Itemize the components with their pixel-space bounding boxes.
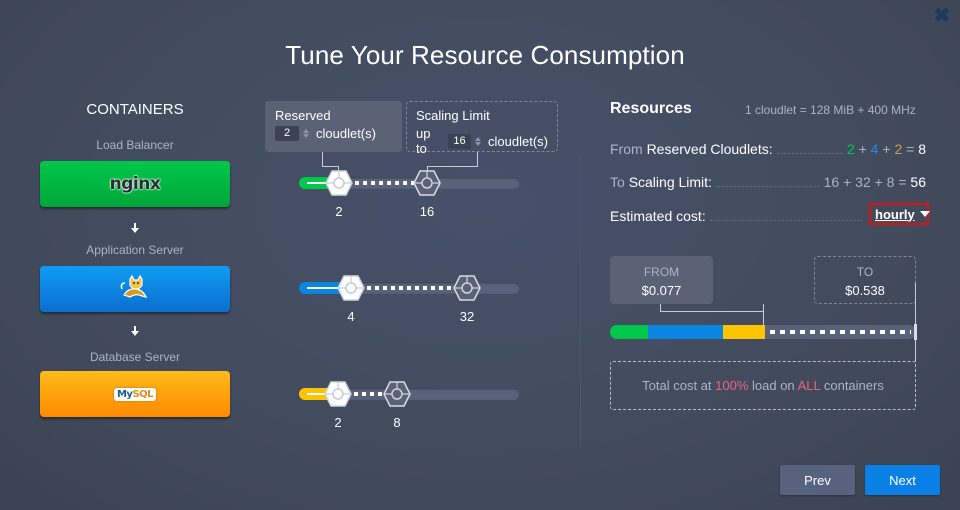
load-balancer-cost-segment [610, 325, 649, 339]
total-cost-note: Total cost at 100% load on ALL container… [610, 361, 916, 410]
total-text: load on [752, 378, 795, 393]
total-all: ALL [797, 378, 821, 393]
cost-from-box: FROM $0.077 [610, 256, 713, 304]
column-divider [580, 156, 581, 446]
load-balancer-reserved-value: 2 [335, 204, 343, 219]
resources-heading: Resources [610, 100, 692, 117]
reserved-title: Reserved [275, 108, 331, 123]
application-server-label: Application Server [86, 243, 184, 257]
database-server-reserved-handle[interactable] [324, 381, 352, 407]
mysql-logo-sql: SQL [132, 388, 154, 400]
mysql-logo-icon: MySQL [113, 387, 157, 401]
total-text: containers [823, 378, 884, 393]
reserved-unit: cloudlet(s) [316, 126, 376, 141]
scaling-limit-input[interactable]: 16 [447, 133, 472, 149]
database-server-limit-handle[interactable] [383, 381, 411, 407]
cost-to-connector [915, 283, 916, 325]
cost-to-box: TO $0.538 [814, 256, 916, 304]
application-server-limit-value: 32 [459, 309, 475, 324]
total-text: Total cost at [642, 378, 712, 393]
arrow-down-icon [131, 326, 139, 336]
scaling-limit-unit: cloudlet(s) [488, 133, 548, 149]
application-server-reserved-handle[interactable] [337, 275, 365, 301]
scaling-limit-row: To Scaling Limit: 16 + 32 + 8 = 56 [610, 172, 926, 190]
reserved-spinner[interactable] [303, 129, 309, 138]
reserved-cloudlets-row: From Reserved Cloudlets: 2 + 4 + 2 = 8 [610, 139, 926, 157]
database-server-label: Database Server [89, 350, 181, 364]
mysql-logo-my: My [116, 388, 133, 400]
application-server-slider[interactable] [299, 282, 520, 294]
next-button[interactable]: Next [865, 465, 940, 495]
cost-to-connector [915, 340, 916, 362]
nginx-logo-icon: nginx [109, 174, 161, 194]
estimated-cost-label: Estimated cost: [610, 208, 706, 224]
cost-from-label: FROM [643, 265, 680, 279]
from-prefix: From [610, 141, 643, 157]
load-balancer-reserved-handle[interactable] [325, 170, 353, 196]
cost-bar-end-marker [914, 324, 917, 340]
cost-period-dropdown[interactable]: hourly [869, 203, 930, 225]
load-balancer-limit-handle[interactable] [413, 170, 441, 196]
estimated-cost-row: Estimated cost: [610, 206, 866, 224]
application-server-limit-handle[interactable] [453, 275, 481, 301]
total-percent: 100% [715, 378, 749, 393]
scaling-expression: 16 + 32 + 8 = [823, 174, 907, 190]
cost-from-connector [660, 304, 764, 312]
to-prefix: To [610, 174, 625, 190]
cost-bar [610, 325, 916, 339]
scaling-total: 56 [910, 174, 926, 190]
app-reserved: 4 [870, 141, 879, 157]
application-server-cost-segment [648, 325, 724, 339]
cloudlet-definition: 1 cloudlet = 128 MiB + 400 MHz [745, 103, 916, 117]
tomcat-logo-icon [120, 275, 148, 298]
scaling-limit-title: Scaling Limit [416, 108, 490, 123]
reserved-cloudlets-label: Reserved Cloudlets: [646, 141, 773, 157]
reserved-input[interactable]: 2 [275, 126, 299, 141]
dialog-title: Tune Your Resource Consumption [285, 40, 685, 70]
load-balancer-limit-value: 16 [419, 204, 435, 219]
db-reserved: 2 [894, 141, 903, 157]
cost-period-value: hourly [875, 206, 915, 222]
load-balancer-button[interactable]: nginx [40, 161, 230, 207]
database-server-limit-value: 8 [393, 415, 401, 430]
cost-to-value: $0.538 [845, 283, 885, 298]
containers-heading: CONTAINERS [86, 101, 184, 118]
reserved-total: 8 [918, 141, 926, 157]
cost-from-connector [763, 311, 764, 325]
cost-from-value: $0.077 [641, 283, 682, 298]
scaling-limit-spinner[interactable] [475, 136, 482, 146]
database-server-cost-segment [723, 325, 765, 339]
load-balancer-label: Load Balancer [96, 138, 174, 152]
prev-button[interactable]: Prev [780, 465, 855, 495]
scaling-limit-label: Scaling Limit: [628, 174, 712, 190]
plus-sign: + [882, 141, 891, 157]
reserved-connector [322, 152, 339, 167]
caret-down-icon [919, 211, 930, 217]
cost-scaling-range [769, 330, 911, 334]
close-icon[interactable]: ✖ [933, 6, 951, 26]
database-server-reserved-value: 2 [334, 415, 342, 430]
application-server-button[interactable] [40, 266, 230, 312]
plus-sign: + [858, 141, 867, 157]
application-server-reserved-value: 4 [347, 309, 355, 324]
reserved-tooltip: Reserved 2 cloudlet(s) [265, 101, 402, 152]
equals-sign: = [906, 141, 915, 157]
arrow-down-icon [131, 223, 139, 233]
cost-to-label: TO [856, 265, 874, 279]
load-balancer-scaling-range [355, 181, 421, 185]
scaling-limit-tooltip: Scaling Limit up to 16 cloudlet(s) [406, 101, 558, 156]
scaling-connector [427, 152, 478, 167]
lb-reserved: 2 [846, 141, 855, 157]
application-server-scaling-range [367, 286, 461, 290]
database-server-button[interactable]: MySQL [40, 371, 230, 417]
